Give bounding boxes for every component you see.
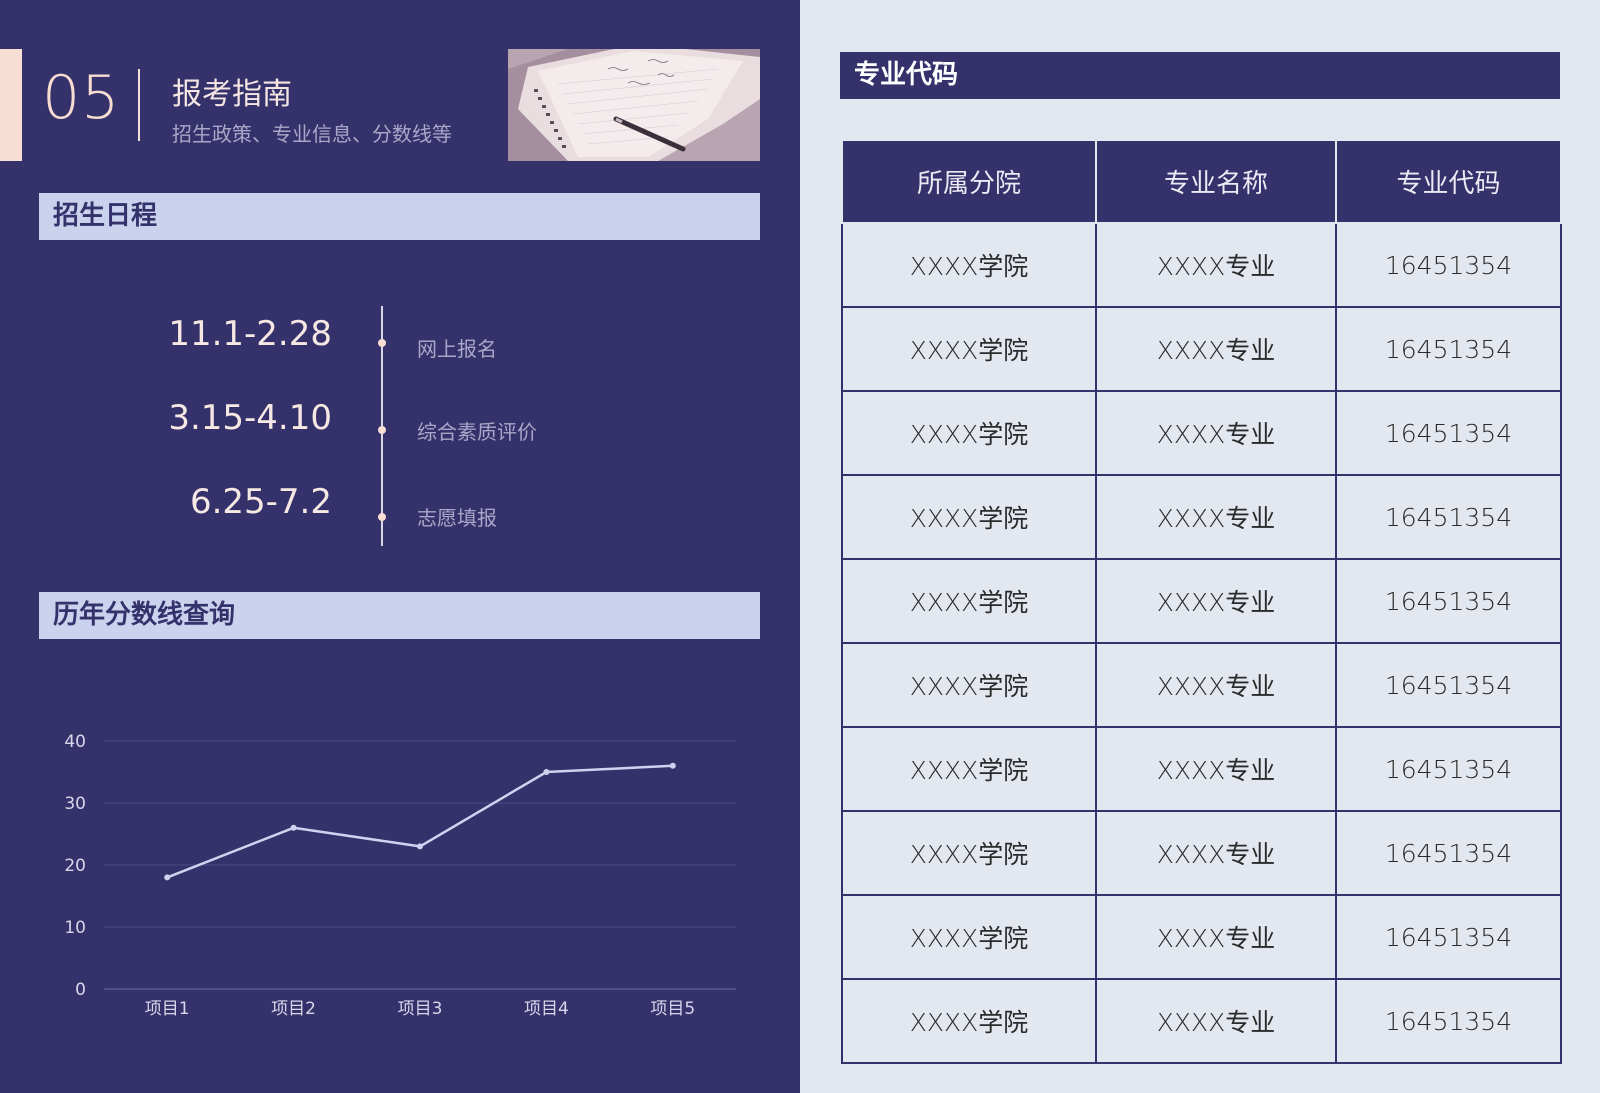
x-tick-label: 项目1 — [145, 999, 190, 1019]
code-cell: 16451354 — [1335, 390, 1562, 476]
major-cell: XXXX专业 — [1095, 474, 1337, 560]
data-point — [417, 843, 423, 850]
schedule-event-2: 综合素质评价 — [417, 420, 537, 444]
x-tick-label: 项目5 — [650, 999, 695, 1019]
college-cell: XXXX学院 — [841, 474, 1097, 560]
series-line — [166, 764, 673, 879]
accent-bar — [0, 49, 22, 161]
table-row: XXXX学院 XXXX专业 16451354 — [841, 306, 1562, 392]
college-cell: XXXX学院 — [841, 978, 1097, 1064]
code-cell: 16451354 — [1335, 894, 1562, 980]
timeline-dot — [378, 339, 386, 347]
major-cell: XXXX专业 — [1095, 810, 1337, 896]
column-header-code: 专业代码 — [1335, 139, 1562, 224]
schedule-event-1: 网上报名 — [417, 337, 497, 361]
right-panel: 专业代码 所属分院 专业名称 专业代码 XXXX学院 XXXX专业 16451354… — [800, 0, 1600, 1093]
header-divider — [138, 69, 140, 141]
section-title: 报考指南 — [172, 77, 292, 112]
y-tick-label: 30 — [64, 794, 86, 814]
y-tick-label: 10 — [64, 918, 86, 938]
college-cell: XXXX学院 — [841, 390, 1097, 476]
college-cell: XXXX学院 — [841, 222, 1097, 308]
table-row: XXXX学院 XXXX专业 16451354 — [841, 894, 1562, 980]
codes-heading: 专业代码 — [840, 52, 1560, 99]
college-cell: XXXX学院 — [841, 894, 1097, 980]
section-number: 05 — [42, 63, 121, 133]
score-line-chart: 0 10 20 30 40 项目1 项目2 项目3 项目4 项目5 — [64, 732, 736, 1019]
timeline-dot — [378, 426, 386, 434]
code-cell: 16451354 — [1335, 810, 1562, 896]
code-cell: 16451354 — [1335, 558, 1562, 644]
table-row: XXXX学院 XXXX专业 16451354 — [841, 222, 1562, 308]
y-tick-label: 20 — [64, 856, 86, 876]
notebook-photo — [508, 49, 760, 161]
schedule-heading: 招生日程 — [39, 193, 760, 240]
table-header-row: 所属分院 专业名称 专业代码 — [841, 139, 1562, 224]
code-cell: 16451354 — [1335, 642, 1562, 728]
data-point — [669, 762, 676, 769]
major-cell: XXXX专业 — [1095, 390, 1337, 476]
scores-heading: 历年分数线查询 — [39, 592, 760, 639]
college-cell: XXXX学院 — [841, 306, 1097, 392]
column-header-college: 所属分院 — [841, 139, 1097, 224]
major-cell: XXXX专业 — [1095, 222, 1337, 308]
table-row: XXXX学院 XXXX专业 16451354 — [841, 558, 1562, 644]
code-cell: 16451354 — [1335, 306, 1562, 392]
table-row: XXXX学院 XXXX专业 16451354 — [841, 726, 1562, 812]
table-row: XXXX学院 XXXX专业 16451354 — [841, 642, 1562, 728]
table-row: XXXX学院 XXXX专业 16451354 — [841, 474, 1562, 560]
x-tick-label: 项目2 — [271, 999, 316, 1019]
code-cell: 16451354 — [1335, 222, 1562, 308]
major-cell: XXXX专业 — [1095, 558, 1337, 644]
code-cell: 16451354 — [1335, 726, 1562, 812]
code-cell: 16451354 — [1335, 978, 1562, 1064]
major-cell: XXXX专业 — [1095, 894, 1337, 980]
major-cell: XXXX专业 — [1095, 726, 1337, 812]
college-cell: XXXX学院 — [841, 726, 1097, 812]
table-row: XXXX学院 XXXX专业 16451354 — [841, 810, 1562, 896]
data-point — [164, 874, 171, 881]
college-cell: XXXX学院 — [841, 642, 1097, 728]
major-cell: XXXX专业 — [1095, 642, 1337, 728]
data-point — [543, 769, 550, 775]
x-tick-label: 项目4 — [524, 999, 569, 1019]
x-tick-label: 项目3 — [398, 999, 443, 1019]
code-cell: 16451354 — [1335, 474, 1562, 560]
college-cell: XXXX学院 — [841, 558, 1097, 644]
column-header-major: 专业名称 — [1095, 139, 1337, 224]
major-cell: XXXX专业 — [1095, 978, 1337, 1064]
major-cell: XXXX专业 — [1095, 306, 1337, 392]
schedule-event-3: 志愿填报 — [417, 506, 497, 530]
left-panel: 05 报考指南 招生政策、专业信息、分数线等 招生日程 11.1-2.28 网上… — [0, 0, 800, 1093]
section-subtitle: 招生政策、专业信息、分数线等 — [172, 122, 452, 146]
data-point — [290, 824, 297, 831]
schedule-date-1: 11.1-2.28 — [168, 314, 332, 354]
schedule-date-3: 6.25-7.2 — [189, 482, 332, 522]
table-row: XXXX学院 XXXX专业 16451354 — [841, 978, 1562, 1064]
timeline-dot — [378, 513, 386, 521]
y-tick-label: 0 — [75, 980, 86, 1000]
table-row: XXXX学院 XXXX专业 16451354 — [841, 390, 1562, 476]
schedule-date-2: 3.15-4.10 — [168, 398, 332, 438]
college-cell: XXXX学院 — [841, 810, 1097, 896]
y-tick-label: 40 — [64, 732, 86, 752]
major-codes-table: 所属分院 专业名称 专业代码 XXXX学院 XXXX专业 16451354 XXXX… — [841, 139, 1562, 1064]
